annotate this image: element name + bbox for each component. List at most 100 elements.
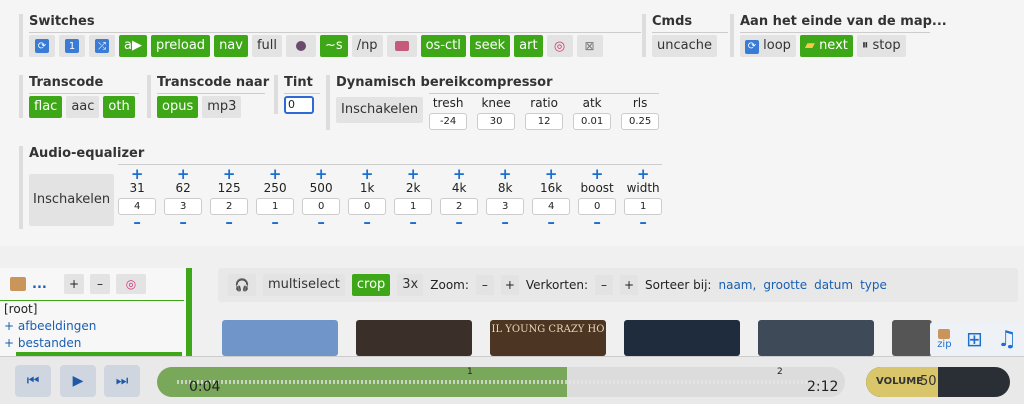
band-plus-button[interactable]: + [361, 167, 374, 182]
art-toggle[interactable]: art [514, 35, 543, 57]
preload-toggle[interactable]: preload [150, 35, 211, 57]
thumbnail[interactable] [222, 320, 338, 356]
record-icon[interactable] [286, 35, 317, 57]
shuffle-icon[interactable]: ⤮ [89, 35, 115, 57]
atk-label: atk [582, 96, 602, 110]
band-minus-button[interactable]: – [639, 215, 647, 230]
thumb-size-button[interactable]: 3x [397, 274, 424, 296]
flac-toggle[interactable]: flac [29, 96, 63, 118]
knee-input[interactable]: 30 [477, 113, 516, 130]
band-minus-button[interactable]: – [317, 215, 325, 230]
band-minus-button[interactable]: – [363, 215, 371, 230]
tree-expand-button[interactable]: + [64, 274, 84, 294]
atk-input[interactable]: 0.01 [573, 113, 612, 130]
os-ctl-toggle[interactable]: os-ctl [420, 35, 466, 57]
band-plus-button[interactable]: + [407, 167, 420, 182]
tresh-input[interactable]: -24 [429, 113, 468, 130]
ratio-input[interactable]: 12 [525, 113, 564, 130]
grid-icon[interactable]: ⊞ [966, 327, 983, 351]
band-plus-button[interactable]: + [269, 167, 282, 182]
seek-bar[interactable]: 0:04 1 2 2:12 [157, 367, 845, 397]
band-minus-button[interactable]: – [133, 215, 141, 230]
sort-name-link[interactable]: naam, [718, 278, 756, 292]
sort-size-link[interactable]: grootte [763, 278, 807, 292]
full-toggle[interactable]: full [251, 35, 283, 57]
tree-more-button[interactable]: ... [32, 277, 58, 292]
aac-toggle[interactable]: aac [66, 96, 100, 118]
next-track-button[interactable]: ⏭ [104, 365, 140, 397]
loop-button[interactable]: ⟳ loop [740, 35, 796, 57]
compressor-enable-button[interactable]: Inschakelen [336, 97, 424, 123]
thumbnail[interactable] [356, 320, 472, 356]
band-minus-button[interactable]: – [225, 215, 233, 230]
band-plus-button[interactable]: + [591, 167, 604, 182]
zoom-plus-button[interactable]: + [500, 275, 519, 295]
thumbnail[interactable] [758, 320, 874, 356]
tree-item-afbeeldingen[interactable]: + afbeeldingen [4, 318, 186, 335]
next-button[interactable]: ▰ next [799, 35, 853, 57]
band-plus-button[interactable]: + [177, 167, 190, 182]
folder-icon: ▰ [804, 38, 815, 53]
band-minus-button[interactable]: – [409, 215, 417, 230]
band-plus-button[interactable]: + [453, 167, 466, 182]
crop-button[interactable]: crop [351, 274, 391, 296]
band-label: 31 [129, 181, 145, 195]
band-minus-button[interactable]: – [547, 215, 555, 230]
settings-panel: Switches ⟳ 1 ⤮ a▶ preload nav full ~s /n… [0, 0, 1024, 246]
band-plus-button[interactable]: + [223, 167, 236, 182]
band-plus-button[interactable]: + [545, 167, 558, 182]
band-minus-button[interactable]: – [501, 215, 509, 230]
music-icon[interactable]: ♫ [997, 327, 1017, 352]
one-icon[interactable]: 1 [59, 35, 85, 57]
prev-button[interactable]: ⏮ [15, 365, 51, 397]
loop-icon: ⟳ [745, 40, 759, 54]
tree-root[interactable]: [root] [4, 301, 186, 318]
band-minus-button[interactable]: – [271, 215, 279, 230]
tint-input[interactable]: 0 [284, 96, 314, 114]
band-minus-button[interactable]: – [593, 215, 601, 230]
zip-button[interactable]: zip [937, 328, 952, 350]
tree-target-icon[interactable]: ◎ [116, 274, 146, 294]
shorten-plus-button[interactable]: + [620, 275, 639, 295]
stop-button[interactable]: ⏸ stop [856, 35, 906, 57]
fullscreen-icon[interactable]: ⊠ [576, 35, 603, 57]
uncache-button[interactable]: uncache [652, 35, 717, 57]
opus-toggle[interactable]: opus [157, 96, 199, 118]
band-minus-button[interactable]: – [179, 215, 187, 230]
band-plus-button[interactable]: + [315, 167, 328, 182]
tilde-s-toggle[interactable]: ~s [320, 35, 348, 57]
end-of-folder-title: Aan het einde van de map... [740, 14, 947, 29]
band-plus-button[interactable]: + [637, 167, 650, 182]
thumbnail[interactable] [892, 320, 932, 356]
volume-slider[interactable]: VOLUME 50 [866, 367, 1010, 397]
nav-toggle[interactable]: nav [214, 35, 248, 57]
repeat-icon[interactable]: ⟳ [29, 35, 55, 57]
tree-item-bestanden[interactable]: + bestanden [4, 335, 186, 352]
rls-input[interactable]: 0.25 [621, 113, 660, 130]
band-label: 2k [405, 181, 421, 195]
band-minus-button[interactable]: – [455, 215, 463, 230]
sort-type-link[interactable]: type [860, 278, 887, 292]
equalizer-enable-button[interactable]: Inschakelen [29, 174, 115, 226]
thumbnail[interactable]: IL YOUNG CRAZY HO [490, 320, 606, 356]
mp3-toggle[interactable]: mp3 [202, 96, 242, 118]
autoplay-toggle[interactable]: a▶ [119, 35, 147, 57]
sort-date-link[interactable]: datum [814, 278, 853, 292]
multiselect-button[interactable]: multiselect [263, 274, 345, 296]
headphones-icon[interactable]: 🎧 [228, 274, 256, 296]
thumbnail[interactable] [624, 320, 740, 356]
band-label: 8k [497, 181, 513, 195]
band-plus-button[interactable]: + [131, 167, 144, 182]
target-icon[interactable]: ◎ [546, 35, 573, 57]
band-plus-button[interactable]: + [499, 167, 512, 182]
box-icon [10, 277, 26, 291]
band-label: 125 [217, 181, 241, 195]
oth-toggle[interactable]: oth [103, 96, 135, 118]
zoom-minus-button[interactable]: – [475, 275, 494, 295]
shorten-minus-button[interactable]: – [595, 275, 614, 295]
play-button[interactable]: ▶ [60, 365, 96, 397]
radio-icon[interactable] [386, 35, 417, 57]
seek-toggle[interactable]: seek [469, 35, 511, 57]
tree-collapse-button[interactable]: – [90, 274, 110, 294]
np-toggle[interactable]: /np [351, 35, 383, 57]
